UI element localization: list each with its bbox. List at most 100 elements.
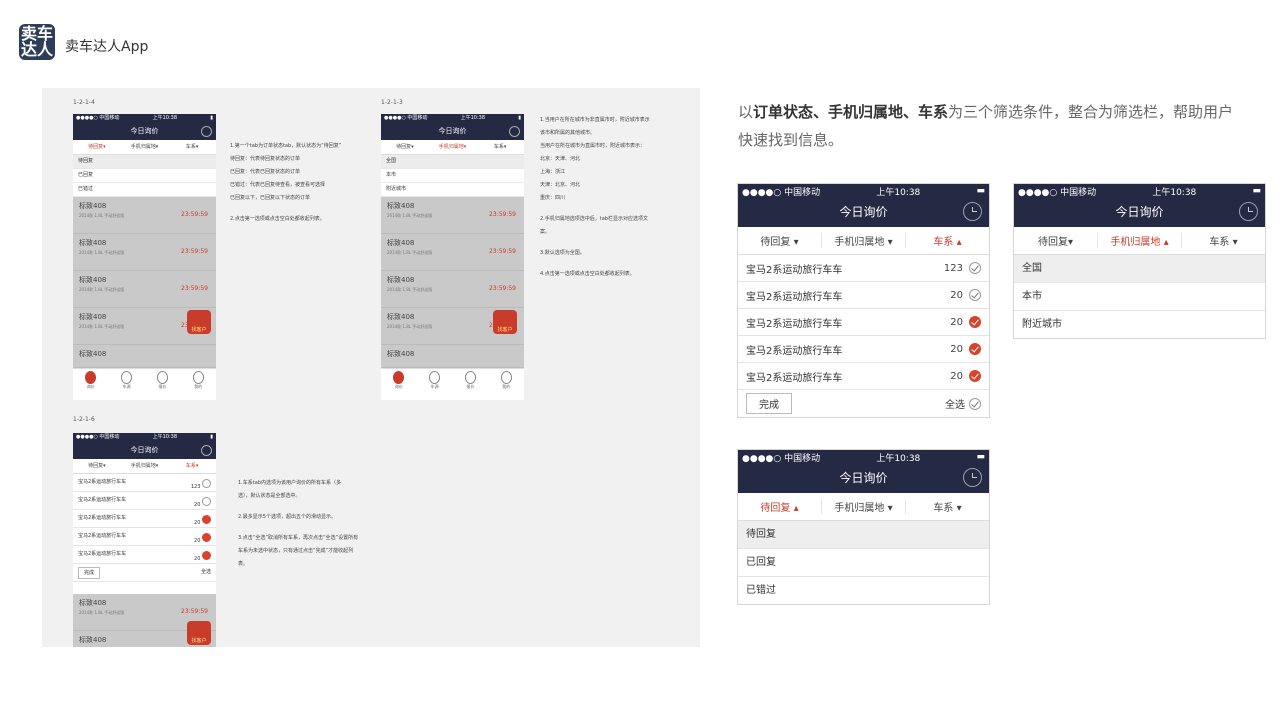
list-item[interactable]: 标致408 <box>73 345 216 368</box>
list-item[interactable]: 标致4082014款 1.8L 手动舒适版23:59:59 <box>73 197 216 234</box>
note-line: 案。 <box>540 229 551 235</box>
find-customer-badge[interactable]: 找客户 <box>187 621 211 645</box>
filter-order-status[interactable]: 待回复▾ <box>73 459 121 473</box>
checkbox-icon[interactable] <box>969 262 981 274</box>
nav-title-text: 今日询价 <box>130 446 159 454</box>
tab-inquiry[interactable]: 询价 <box>73 369 109 391</box>
filter-phone-region[interactable]: 手机归属地▾ <box>121 459 169 473</box>
filter-phone-region[interactable]: 手机归属地 ▾ <box>822 499 906 514</box>
tab-quote[interactable]: 报价 <box>145 369 181 391</box>
filter-phone-region[interactable]: 手机归属地 ▴ <box>1098 233 1182 248</box>
find-customer-badge[interactable]: 找客户 <box>493 310 517 334</box>
tab-cars[interactable]: 车源 <box>109 369 145 391</box>
done-button[interactable]: 完成 <box>78 567 101 579</box>
status-bar: ●●●●○ 中国移动 上午10:38 ▬ <box>738 184 989 198</box>
tab-inquiry[interactable]: 询价 <box>381 369 417 391</box>
filter-phone-region[interactable]: 手机归属地▾ <box>121 140 169 154</box>
list-item[interactable]: 标致4082014款 1.8L 手动舒适版23:59:59 <box>381 271 524 308</box>
option-replied[interactable]: 已回复 <box>73 169 216 183</box>
filter-phone-region[interactable]: 手机归属地▾ <box>429 140 477 154</box>
note-line: 已回复以下，已回复以下状态的订单 <box>230 195 311 201</box>
status-bar: ●●●●○ 中国移动 上午10:38 ▮ <box>73 433 216 442</box>
filter-order-status[interactable]: 待回复 ▾ <box>738 233 822 248</box>
option-replied[interactable]: 已回复 <box>738 549 989 577</box>
series-row[interactable]: 宝马2系运动旅行车车 20 <box>738 336 989 363</box>
series-row[interactable]: 宝马2系运动旅行车车 20 <box>73 546 216 564</box>
series-row[interactable]: 宝马2系运动旅行车车 20 <box>738 309 989 336</box>
filter-car-series[interactable]: 车系▾ <box>476 140 524 154</box>
note-line: 车系为未选中状态，只有通过点击“完成”才能收起列 <box>238 548 354 554</box>
list-item[interactable]: 标致4082014款 1.8L 手动舒适版23:59:59 <box>73 234 216 271</box>
app-logo: 卖车 达人 <box>19 24 55 60</box>
checkbox-icon[interactable] <box>969 289 981 301</box>
option-missed[interactable]: 已错过 <box>73 183 216 197</box>
option-nearby[interactable]: 附近城市 <box>1014 311 1265 338</box>
clock-icon[interactable] <box>1239 202 1258 221</box>
series-name: 宝马2系运动旅行车车 <box>78 497 127 503</box>
series-row[interactable]: 宝马2系运动旅行车车 123 <box>738 255 989 282</box>
select-all-button[interactable]: 全选 <box>201 564 211 581</box>
option-missed[interactable]: 已错过 <box>738 577 989 604</box>
checkbox-checked-icon[interactable] <box>202 533 211 542</box>
list-item[interactable]: 标致408 <box>381 345 524 368</box>
option-pending[interactable]: 待回复 <box>738 521 989 549</box>
checkbox-checked-icon[interactable] <box>202 515 211 524</box>
feature-description: 以订单状态、手机归属地、车系为三个筛选条件，整合为筛选栏，帮助用户快速找到信息。 <box>738 98 1243 154</box>
tab-label: 车源 <box>430 384 439 389</box>
select-all-button[interactable]: 全选 <box>945 396 981 411</box>
checkbox-checked-icon[interactable] <box>969 343 981 355</box>
checkbox-icon[interactable] <box>202 497 211 506</box>
spec-board: 1-2-1-4 1-2-1-3 1-2-1-6 ●●●●○ 中国移动 上午10:… <box>42 88 700 647</box>
done-button[interactable]: 完成 <box>746 393 792 414</box>
clock-icon[interactable] <box>963 468 982 487</box>
filter-car-series[interactable]: 车系 ▾ <box>1182 233 1265 248</box>
nav-title-text: 今日询价 <box>438 127 467 135</box>
checkbox-icon[interactable] <box>202 479 211 488</box>
tab-quote[interactable]: 报价 <box>453 369 489 391</box>
option-nationwide[interactable]: 全国 <box>1014 255 1265 283</box>
list-item[interactable]: 标致4082014款 1.8L 手动舒适版23:59:59 <box>73 271 216 308</box>
checkbox-checked-icon[interactable] <box>202 551 211 560</box>
card-title: 标致408 <box>79 239 107 247</box>
option-pending[interactable]: 待回复 <box>73 155 216 169</box>
series-row[interactable]: 宝马2系运动旅行车车 20 <box>73 492 216 510</box>
card-countdown: 23:59:59 <box>181 608 208 615</box>
series-row[interactable]: 宝马2系运动旅行车车 20 <box>738 363 989 390</box>
filter-order-status[interactable]: 待回复▾ <box>1014 233 1098 248</box>
option-nationwide[interactable]: 全国 <box>381 155 524 169</box>
filter-order-status[interactable]: 待回复▾ <box>381 140 429 154</box>
series-row[interactable]: 宝马2系运动旅行车车 123 <box>73 474 216 492</box>
series-row[interactable]: 宝马2系运动旅行车车 20 <box>73 528 216 546</box>
filter-car-series[interactable]: 车系 ▴ <box>906 233 989 248</box>
tab-mine[interactable]: 我的 <box>488 369 524 391</box>
note-line: 1.第一个tab为订单状态tab，默认状态为“待回复” <box>230 143 342 149</box>
status-carrier: ●●●●○ 中国移动 <box>76 115 120 121</box>
user-icon <box>192 371 204 384</box>
tab-cars[interactable]: 车源 <box>417 369 453 391</box>
option-local[interactable]: 本市 <box>381 169 524 183</box>
filter-order-status[interactable]: 待回复▾ <box>73 140 121 154</box>
battery-icon: ▬ <box>976 452 985 462</box>
series-row[interactable]: 宝马2系运动旅行车车 20 <box>738 282 989 309</box>
series-row[interactable]: 宝马2系运动旅行车车 20 <box>73 510 216 528</box>
list-item[interactable]: 标致4082014款 1.8L 手动舒适版23:59:59 <box>381 197 524 234</box>
option-nearby[interactable]: 附近城市 <box>381 183 524 197</box>
status-time: 上午10:38 <box>876 187 921 198</box>
tab-mine[interactable]: 我的 <box>180 369 216 391</box>
card-countdown: 23:59:59 <box>181 211 208 218</box>
filter-car-series[interactable]: 车系▾ <box>168 459 216 473</box>
filter-car-series[interactable]: 车系▾ <box>168 140 216 154</box>
filter-car-series[interactable]: 车系 ▾ <box>906 499 989 514</box>
series-name: 宝马2系运动旅行车车 <box>78 533 127 539</box>
option-local[interactable]: 本市 <box>1014 283 1265 311</box>
clock-icon[interactable] <box>963 202 982 221</box>
series-footer: 完成 全选 <box>73 564 216 582</box>
filter-order-status[interactable]: 待回复 ▴ <box>738 499 822 514</box>
checkbox-checked-icon[interactable] <box>969 316 981 328</box>
nav-title: 今日询价 <box>839 471 888 485</box>
find-customer-badge[interactable]: 找客户 <box>187 310 211 334</box>
checkbox-checked-icon[interactable] <box>969 370 981 382</box>
list-item[interactable]: 标致4082014款 1.8L 手动舒适版23:59:59 <box>381 234 524 271</box>
series-count: 123 <box>190 484 201 490</box>
filter-phone-region[interactable]: 手机归属地 ▾ <box>822 233 906 248</box>
